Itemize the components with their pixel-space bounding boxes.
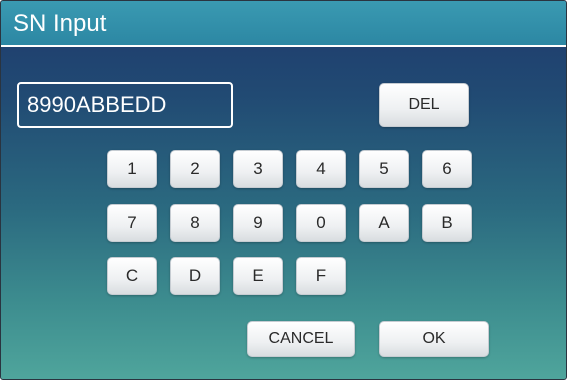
key-3[interactable]: 3 [233,150,283,188]
key-0[interactable]: 0 [296,204,346,242]
serial-number-display: 8990ABBEDD [17,82,233,128]
key-2[interactable]: 2 [170,150,220,188]
key-e[interactable]: E [233,257,283,295]
key-d[interactable]: D [170,257,220,295]
key-c[interactable]: C [107,257,157,295]
key-8[interactable]: 8 [170,204,220,242]
key-1[interactable]: 1 [107,150,157,188]
key-7[interactable]: 7 [107,204,157,242]
cancel-button[interactable]: CANCEL [247,321,355,357]
window-title: SN Input [13,10,107,37]
key-9[interactable]: 9 [233,204,283,242]
ok-button[interactable]: OK [379,321,489,357]
key-f[interactable]: F [296,257,346,295]
title-bar: SN Input [1,1,566,47]
key-b[interactable]: B [422,204,472,242]
key-6[interactable]: 6 [422,150,472,188]
key-a[interactable]: A [359,204,409,242]
sn-input-dialog: SN Input 8990ABBEDD DEL 1 2 3 4 5 6 7 8 … [0,0,567,380]
delete-button[interactable]: DEL [379,83,469,127]
key-5[interactable]: 5 [359,150,409,188]
key-4[interactable]: 4 [296,150,346,188]
